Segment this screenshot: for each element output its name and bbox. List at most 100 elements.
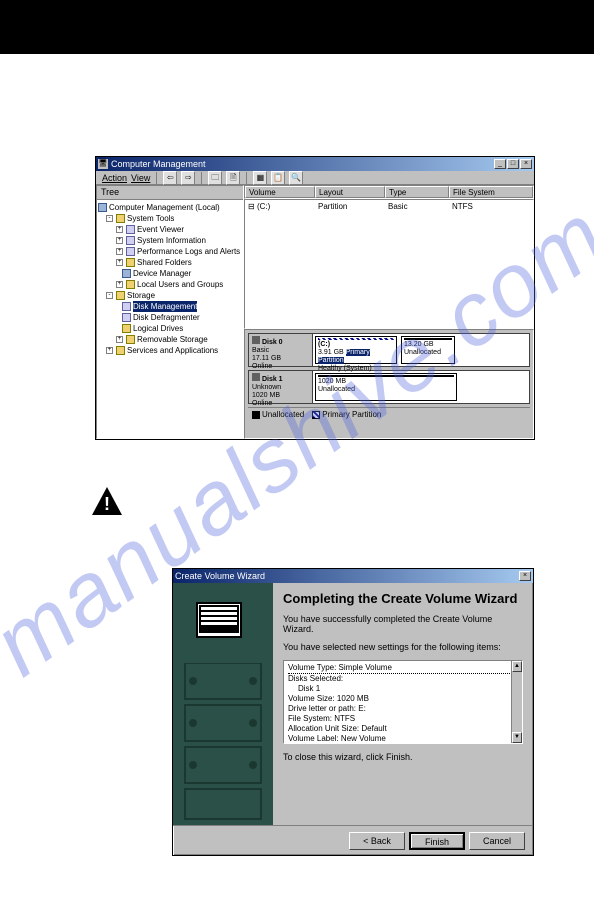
tree-content: Computer Management (Local) -System Tool… xyxy=(97,200,243,438)
summary-line: Drive letter or path: E: xyxy=(288,704,518,714)
toolbar-icon[interactable]: 🔍 xyxy=(289,171,303,185)
tree-disk-defrag[interactable]: Disk Defragmenter xyxy=(98,312,242,323)
partition-stripe xyxy=(404,338,452,340)
perf-icon xyxy=(126,247,135,256)
volume-fs: NTFS xyxy=(449,200,533,328)
window-title: Computer Management xyxy=(111,159,206,169)
scrollbar[interactable]: ▲ ▼ xyxy=(511,661,522,743)
disk-info: Disk 0 Basic 17.11 GB Online xyxy=(249,334,313,366)
folder-icon xyxy=(116,214,125,223)
computer-management-window: 🖥 Computer Management _ □ × Action View … xyxy=(95,156,535,440)
volume-layout: Partition xyxy=(315,200,385,328)
disk-row[interactable]: Disk 0 Basic 17.11 GB Online (C:) 3.91 G… xyxy=(248,333,530,367)
expand-icon[interactable]: + xyxy=(116,248,123,255)
folder-icon xyxy=(116,291,125,300)
toolbar-icon[interactable]: 🗀 xyxy=(208,171,222,185)
summary-line: Volume Label: New Volume xyxy=(288,734,518,744)
wizard-content-panel: Completing the Create Volume Wizard You … xyxy=(273,583,533,825)
wizard-graphic-panel xyxy=(173,583,273,825)
titlebar[interactable]: Create Volume Wizard × xyxy=(173,569,533,583)
toolbar-icon[interactable]: ▦ xyxy=(253,171,267,185)
partition-unallocated[interactable]: 1020 MB Unallocated xyxy=(315,373,457,401)
menu-view[interactable]: View xyxy=(131,173,150,183)
wizard-success-text: You have successfully completed the Crea… xyxy=(283,614,523,634)
titlebar[interactable]: 🖥 Computer Management _ □ × xyxy=(96,157,534,171)
expand-icon[interactable]: + xyxy=(116,281,123,288)
tree-system-info[interactable]: +System Information xyxy=(98,235,242,246)
collapse-icon[interactable]: - xyxy=(106,215,113,222)
partition-stripe xyxy=(318,338,394,340)
disk-row[interactable]: Disk 1 Unknown 1020 MB Online 1020 MB Un… xyxy=(248,370,530,404)
finish-button[interactable]: Finish xyxy=(409,832,465,850)
legend: Unallocated Primary Partition xyxy=(248,407,530,421)
tree-device-manager[interactable]: Device Manager xyxy=(98,268,242,279)
page-header-bar xyxy=(0,0,594,54)
tree-services[interactable]: +Services and Applications xyxy=(98,345,242,356)
tree-local-users[interactable]: +Local Users and Groups xyxy=(98,279,242,290)
volume-list[interactable]: ⊟ (C:) Partition Basic NTFS xyxy=(244,199,534,329)
summary-line: Volume Size: 1020 MB xyxy=(288,694,518,704)
summary-line: Disk 1 xyxy=(288,684,518,694)
wizard-close-hint: To close this wizard, click Finish. xyxy=(283,752,523,762)
expand-icon[interactable]: + xyxy=(116,336,123,343)
svg-text:!: ! xyxy=(104,494,110,514)
close-button[interactable]: × xyxy=(520,159,532,169)
warning-icon: ! xyxy=(91,486,123,521)
tree-pane: Tree Computer Management (Local) -System… xyxy=(96,185,244,439)
expand-icon[interactable]: + xyxy=(116,237,123,244)
scroll-down-icon[interactable]: ▼ xyxy=(512,732,522,743)
toolbar-icon[interactable]: 📋 xyxy=(271,171,285,185)
summary-line: Disks Selected: xyxy=(288,674,518,684)
right-pane: Volume Layout Type File System ⊟ (C:) Pa… xyxy=(244,185,534,439)
app-icon: 🖥 xyxy=(98,159,108,169)
close-button[interactable]: × xyxy=(519,571,531,581)
minimize-button[interactable]: _ xyxy=(494,159,506,169)
disk-graphical-view: Disk 0 Basic 17.11 GB Online (C:) 3.91 G… xyxy=(244,329,534,439)
partition-stripe xyxy=(318,375,454,377)
tree-removable[interactable]: +Removable Storage xyxy=(98,334,242,345)
summary-line: Allocation Unit Size: Default xyxy=(288,724,518,734)
summary-line: File System: NTFS xyxy=(288,714,518,724)
maximize-button[interactable]: □ xyxy=(507,159,519,169)
expand-icon[interactable]: + xyxy=(116,226,123,233)
tree-perf-logs[interactable]: +Performance Logs and Alerts xyxy=(98,246,242,257)
legend-primary: Primary Partition xyxy=(312,410,381,419)
tree-disk-management[interactable]: Disk Management xyxy=(98,301,242,312)
wizard-button-row: < Back Finish Cancel xyxy=(173,825,533,855)
scroll-up-icon[interactable]: ▲ xyxy=(512,661,522,672)
users-icon xyxy=(126,280,135,289)
tree-shared-folders[interactable]: +Shared Folders xyxy=(98,257,242,268)
menu-action[interactable]: Action xyxy=(102,173,127,183)
folder-icon xyxy=(126,258,135,267)
removable-icon xyxy=(126,335,135,344)
create-volume-wizard-window: Create Volume Wizard × xyxy=(172,568,534,856)
tree-storage[interactable]: -Storage xyxy=(98,290,242,301)
collapse-icon[interactable]: - xyxy=(106,292,113,299)
tree-logical-drives[interactable]: Logical Drives xyxy=(98,323,242,334)
partition-unallocated[interactable]: 13.20 GB Unallocated xyxy=(401,336,455,364)
legend-unallocated: Unallocated xyxy=(252,410,304,419)
drives-icon xyxy=(122,324,131,333)
toolbar-divider xyxy=(246,172,247,184)
tree-root[interactable]: Computer Management (Local) xyxy=(98,202,242,213)
back-icon[interactable]: ⇦ xyxy=(163,171,177,185)
toolbar-divider xyxy=(201,172,202,184)
column-filesystem[interactable]: File System xyxy=(449,186,533,198)
tree-tab[interactable]: Tree xyxy=(97,186,243,200)
cancel-button[interactable]: Cancel xyxy=(469,832,525,850)
column-layout[interactable]: Layout xyxy=(315,186,385,198)
tree-system-tools[interactable]: -System Tools xyxy=(98,213,242,224)
column-type[interactable]: Type xyxy=(385,186,449,198)
partition-c[interactable]: (C:) 3.91 GB Primary Partition Healthy (… xyxy=(315,336,397,364)
legend-swatch xyxy=(312,411,320,419)
column-volume[interactable]: Volume xyxy=(245,186,315,198)
wizard-summary-listbox[interactable]: Volume Type: Simple Volume Disks Selecte… xyxy=(283,660,523,744)
expand-icon[interactable]: + xyxy=(116,259,123,266)
tree-event-viewer[interactable]: +Event Viewer xyxy=(98,224,242,235)
wizard-heading: Completing the Create Volume Wizard xyxy=(283,591,523,606)
expand-icon[interactable]: + xyxy=(106,347,113,354)
services-icon xyxy=(116,346,125,355)
toolbar-icon[interactable]: 🗎 xyxy=(226,171,240,185)
back-button[interactable]: < Back xyxy=(349,832,405,850)
forward-icon[interactable]: ⇨ xyxy=(181,171,195,185)
